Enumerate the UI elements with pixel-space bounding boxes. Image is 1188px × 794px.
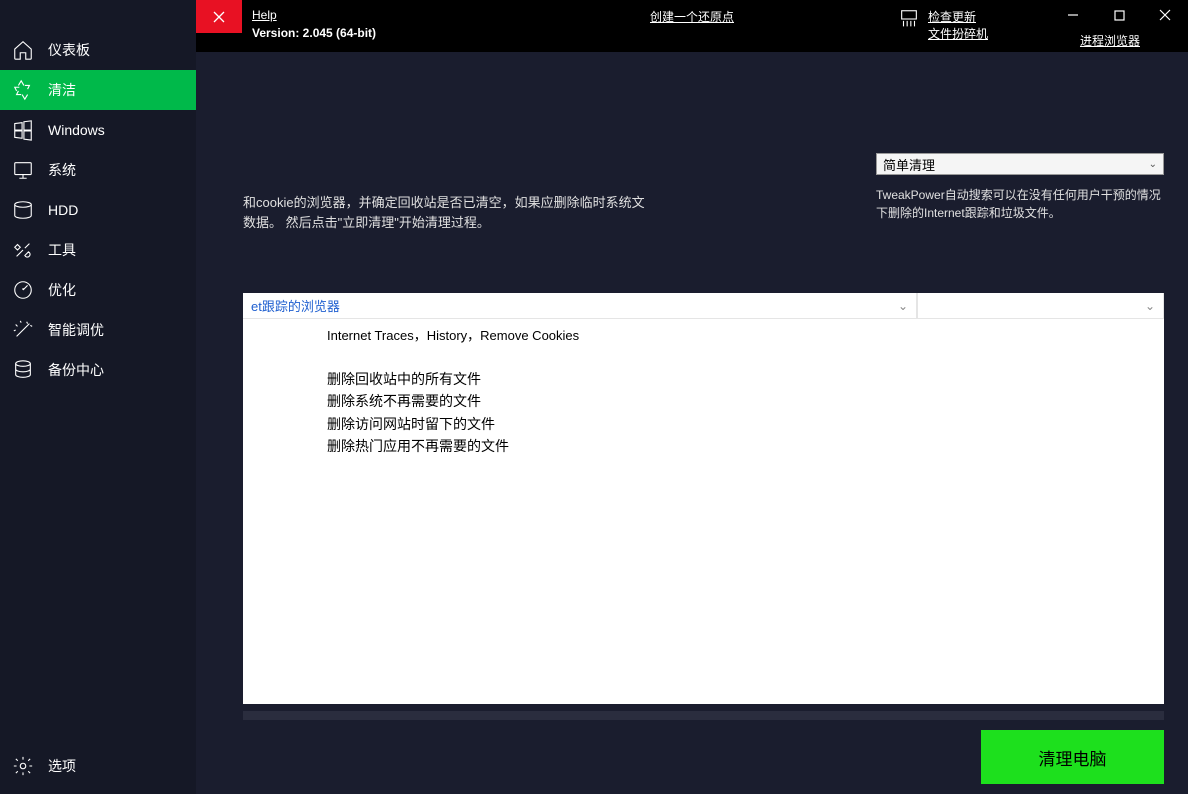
dropdown-selected: 简单清理	[883, 155, 935, 174]
version-text: Version: 2.045 (64-bit)	[252, 26, 376, 40]
tools-icon	[12, 239, 34, 261]
section-list: 删除回收站中的所有文件 删除系统不再需要的文件 删除访问网站时留下的文件 删除热…	[243, 368, 1164, 458]
panel-footer-strip	[243, 711, 1164, 720]
sidebar-item-label: 优化	[48, 280, 76, 300]
dropdown-description: TweakPower自动搜索可以在没有任何用户干预的情况下删除的Internet…	[876, 186, 1164, 222]
sidebar-item-label: 清洁	[48, 80, 76, 100]
sidebar-item-options[interactable]: 选项	[0, 746, 196, 786]
sidebar-item-hdd[interactable]: HDD	[0, 190, 196, 230]
sidebar-item-clean[interactable]: 清洁	[0, 70, 196, 110]
minimize-button[interactable]	[1050, 0, 1096, 30]
file-shredder-link[interactable]: 文件扮碎机	[928, 25, 988, 42]
list-item: 删除访问网站时留下的文件	[327, 413, 1156, 435]
sidebar-item-label: 仪表板	[48, 40, 90, 60]
sidebar-item-dashboard[interactable]: 仪表板	[0, 30, 196, 70]
close-button[interactable]	[1142, 0, 1188, 30]
check-update-link[interactable]: 检查更新	[928, 8, 988, 25]
close-button-red[interactable]	[196, 0, 242, 33]
shredder-icon	[898, 8, 920, 30]
sidebar: 仪表板 清洁 Windows 系统 HDD 工具 优化 智能调优 备份中心 选项	[0, 0, 196, 794]
home-icon	[12, 39, 34, 61]
sidebar-item-label: 智能调优	[48, 320, 104, 340]
sidebar-item-label: HDD	[48, 202, 78, 218]
collapse-icon[interactable]: ⌄	[1145, 299, 1155, 313]
clean-mode-dropdown[interactable]: 简单清理 ⌄	[876, 153, 1164, 175]
list-item: 删除系统不再需要的文件	[327, 390, 1156, 412]
hdd-icon	[12, 199, 34, 221]
sidebar-item-label: 系统	[48, 160, 76, 180]
sidebar-item-label: 备份中心	[48, 360, 104, 380]
chevron-down-icon: ⌄	[1149, 159, 1157, 170]
list-item: 删除回收站中的所有文件	[327, 368, 1156, 390]
titlebar: Help Version: 2.045 (64-bit) 创建一个还原点 检查更…	[196, 0, 1188, 52]
description-text: 和cookie的浏览器，并确定回收站是否已清空，如果应删除临时系统文 数据。 然…	[243, 193, 823, 232]
sidebar-item-tools[interactable]: 工具	[0, 230, 196, 270]
list-item: 删除热门应用不再需要的文件	[327, 435, 1156, 457]
process-browser-link[interactable]: 进程浏览器	[1080, 32, 1140, 49]
sidebar-item-backup[interactable]: 备份中心	[0, 350, 196, 390]
collapse-icon[interactable]: ⌄	[898, 299, 908, 313]
section-title: Internet Traces，History，Remove Cookies	[243, 319, 1164, 350]
sidebar-item-smart-tuning[interactable]: 智能调优	[0, 310, 196, 350]
gear-icon	[12, 755, 34, 777]
results-panel: et跟踪的浏览器 ⌄ ⌄ Internet Traces，History，Rem…	[243, 293, 1164, 704]
maximize-button[interactable]	[1096, 0, 1142, 30]
recycle-icon	[12, 79, 34, 101]
database-icon	[12, 359, 34, 381]
sidebar-item-label: 选项	[48, 756, 76, 776]
sidebar-item-label: Windows	[48, 122, 105, 138]
clean-computer-button[interactable]: 清理电脑	[981, 730, 1164, 784]
monitor-icon	[12, 159, 34, 181]
gauge-icon	[12, 279, 34, 301]
sidebar-item-label: 工具	[48, 240, 76, 260]
sidebar-item-optimize[interactable]: 优化	[0, 270, 196, 310]
window-controls	[1050, 0, 1188, 30]
restore-point-link[interactable]: 创建一个还原点	[650, 8, 734, 25]
wand-icon	[12, 319, 34, 341]
sidebar-item-system[interactable]: 系统	[0, 150, 196, 190]
sidebar-item-windows[interactable]: Windows	[0, 110, 196, 150]
help-link[interactable]: Help	[252, 8, 376, 22]
windows-icon	[12, 119, 34, 141]
panel-header-link[interactable]: et跟踪的浏览器	[251, 296, 340, 315]
